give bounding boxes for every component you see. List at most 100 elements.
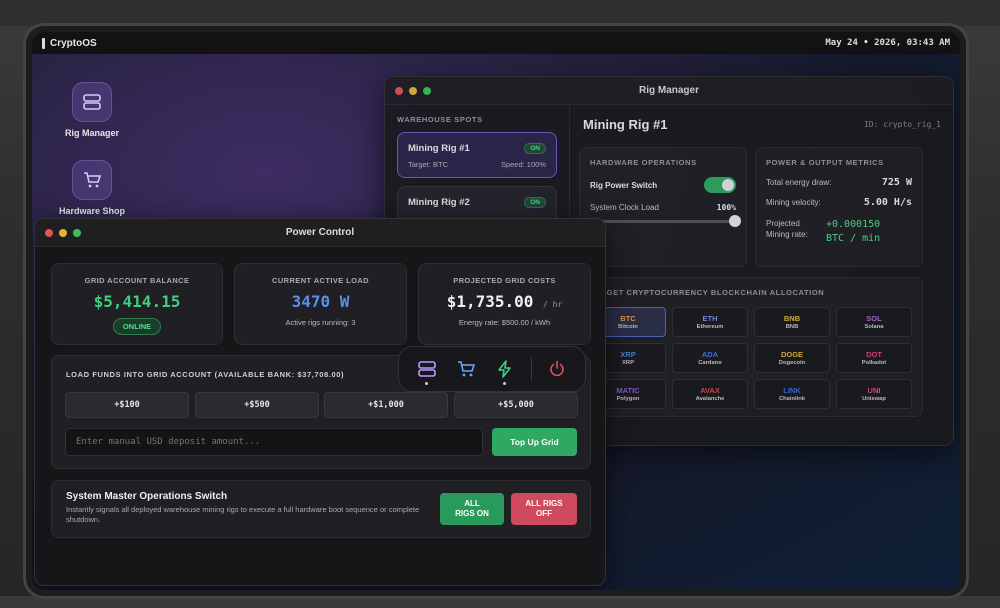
coin-symbol: SOL (866, 314, 882, 323)
coin-symbol: XRP (620, 350, 636, 359)
coin-option-link[interactable]: LINK Chainlink (754, 379, 830, 409)
grid-balance-card: GRID ACCOUNT BALANCE $5,414.15 ONLINE (51, 263, 223, 345)
coin-symbol: BTC (620, 314, 636, 323)
status-badge: ON (524, 143, 546, 154)
coin-option-doge[interactable]: DOGE Dogecoin (754, 343, 830, 373)
running-indicator (503, 382, 507, 385)
background-wall (0, 0, 1000, 26)
rig-card[interactable]: Mining Rig #1 ON Target: BTC Speed: 100% (397, 132, 557, 178)
power-icon (550, 360, 565, 377)
coin-option-bnb[interactable]: BNB BNB (754, 307, 830, 337)
os-brand: CryptoOS (42, 37, 97, 49)
top-up-grid-button[interactable]: Top Up Grid (492, 428, 577, 456)
power-control-titlebar[interactable]: Power Control (35, 219, 605, 247)
section-label: HARDWARE OPERATIONS (590, 158, 697, 167)
coin-symbol: UNI (867, 386, 881, 395)
close-button[interactable] (45, 229, 53, 237)
clock-load-label: System Clock Load (590, 203, 659, 212)
energy-rate-text: Energy rate: $500.00 / kWh (458, 318, 551, 327)
coin-option-eth[interactable]: ETH Ethereum (672, 307, 748, 337)
projected-label: Mining rate: (766, 230, 808, 240)
cart-icon (72, 160, 112, 200)
cart-icon (458, 361, 476, 377)
dock-divider (530, 357, 532, 381)
server-icon (72, 82, 112, 122)
active-load-card: CURRENT ACTIVE LOAD 3470 W Active rigs r… (234, 263, 407, 345)
desktop-icon-hardware-shop[interactable]: Hardware Shop (52, 160, 132, 216)
desktop-icon-label: Hardware Shop (58, 206, 125, 216)
rig-speed: Speed: 100% (500, 160, 546, 169)
projected-label: Projected (766, 219, 800, 228)
quick-deposit-5000-button[interactable]: +$5,000 (454, 392, 578, 418)
coin-symbol: AVAX (700, 386, 720, 395)
slider-knob[interactable] (729, 215, 741, 227)
quick-deposit-1000-button[interactable]: +$1,000 (324, 392, 448, 418)
coin-name: Polkadot (861, 360, 887, 366)
blockchain-allocation-panel: TARGET CRYPTOCURRENCY BLOCKCHAIN ALLOCAT… (579, 277, 923, 417)
desktop-icon-rig-manager[interactable]: Rig Manager (52, 82, 132, 138)
coin-option-ada[interactable]: ADA Cardano (672, 343, 748, 373)
coin-name: Solana (864, 324, 884, 330)
coin-name: Polygon (616, 396, 640, 402)
maximize-button[interactable] (423, 87, 431, 95)
coin-symbol: DOT (866, 350, 882, 359)
clock-load-value: 100% (716, 203, 736, 212)
rig-power-toggle[interactable] (704, 177, 736, 193)
background-floor (0, 596, 1000, 608)
costs-value: $1,735.00 (446, 292, 534, 311)
coin-option-dot[interactable]: DOT Polkadot (836, 343, 912, 373)
active-rigs-text: Active rigs running: 3 (285, 318, 356, 327)
velocity-value: 5.00 H/s (863, 197, 912, 208)
lightning-icon (498, 360, 512, 378)
clock-load-slider[interactable] (590, 215, 741, 227)
coin-symbol: ADA (701, 350, 719, 359)
power-output-metrics-panel: POWER & OUTPUT METRICS Total energy draw… (755, 147, 923, 267)
section-label: TARGET CRYPTOCURRENCY BLOCKCHAIN ALLOCAT… (590, 288, 825, 297)
energy-label: Total energy draw: (766, 178, 832, 187)
dock-rig-manager[interactable] (413, 355, 441, 385)
app-dock (398, 346, 586, 392)
maximize-button[interactable] (73, 229, 81, 237)
power-switch-label: Rig Power Switch (590, 180, 658, 190)
window-title: Power Control (285, 227, 355, 238)
close-button[interactable] (395, 87, 403, 95)
projected-unit: BTC / min (826, 233, 881, 244)
coin-name: Bitcoin (618, 324, 638, 330)
brand-mark-icon (42, 37, 45, 49)
coin-name: XRP (622, 360, 634, 366)
master-switch-description: Instantly signals all deployed warehouse… (66, 505, 420, 524)
all-rigs-off-button[interactable]: ALL RIGS OFF (511, 493, 577, 525)
deposit-amount-input[interactable] (65, 428, 483, 456)
minimize-button[interactable] (59, 229, 67, 237)
status-badge: ON (524, 197, 546, 208)
rig-detail-panel: Mining Rig #1 ID: crypto_rig_1 HARDWARE … (571, 105, 953, 445)
dock-power-off[interactable] (543, 355, 571, 383)
coin-name: Avalanche (695, 396, 725, 402)
coin-symbol: BNB (783, 314, 801, 323)
projected-rate: +0.000150 (826, 219, 881, 230)
minimize-button[interactable] (409, 87, 417, 95)
dock-hardware-shop[interactable] (452, 355, 480, 383)
coin-symbol: LINK (783, 386, 801, 395)
section-label: POWER & OUTPUT METRICS (766, 158, 884, 167)
dock-power-control[interactable] (491, 355, 519, 385)
section-label: WAREHOUSE SPOTS (397, 115, 483, 124)
coin-option-avax[interactable]: AVAX Avalanche (672, 379, 748, 409)
velocity-label: Mining velocity: (766, 198, 821, 207)
rig-detail-title: Mining Rig #1 (583, 117, 668, 132)
desktop-screen: CryptoOS May 24 • 2026, 03:43 AM Rig Man… (32, 32, 960, 590)
all-rigs-on-button[interactable]: ALL RIGS ON (440, 493, 504, 525)
window-title: Rig Manager (638, 85, 699, 96)
monitor-frame: CryptoOS May 24 • 2026, 03:43 AM Rig Man… (26, 26, 966, 596)
coin-grid: BTC Bitcoin ETH Ethereum BNB BNB SOL Solana XRP X… (590, 307, 912, 409)
coin-option-uni[interactable]: UNI Uniswap (836, 379, 912, 409)
quick-deposit-500-button[interactable]: +$500 (195, 392, 319, 418)
quick-deposit-100-button[interactable]: +$100 (65, 392, 189, 418)
coin-option-sol[interactable]: SOL Solana (836, 307, 912, 337)
coin-name: Dogecoin (778, 360, 806, 366)
coin-symbol: ETH (702, 314, 718, 323)
os-name: CryptoOS (50, 37, 97, 49)
coin-name: BNB (785, 324, 799, 330)
rig-manager-titlebar[interactable]: Rig Manager (385, 77, 953, 105)
master-switch-panel: System Master Operations Switch Instantl… (51, 480, 591, 538)
